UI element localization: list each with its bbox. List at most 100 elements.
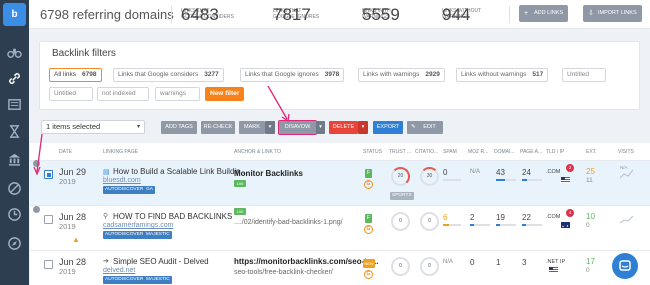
new-filter-button[interactable]: New filter xyxy=(205,87,245,101)
col-page[interactable]: PAGE A... xyxy=(520,149,542,155)
page-authority: 22 xyxy=(522,213,531,222)
topic-badge: SPORTS xyxy=(390,192,414,200)
stat-with-warnings[interactable]: 5559 LINKS WITH WARNINGS xyxy=(362,5,400,24)
col-status[interactable]: STATUS xyxy=(363,149,382,155)
anchor-text[interactable]: Monitor Backlinks xyxy=(234,169,303,178)
moz-rank-bar xyxy=(470,224,490,226)
mark-button[interactable]: MARK xyxy=(239,121,265,134)
chevron-down-icon: ▾ xyxy=(136,124,140,130)
linking-page-url[interactable]: bluesdt.com xyxy=(103,177,141,184)
disavow-dropdown-button[interactable]: ▾ xyxy=(316,121,325,134)
binoculars-icon[interactable] xyxy=(7,45,22,60)
filter-google-considers[interactable]: Links that Google considers 3277 xyxy=(113,68,224,82)
external-links-count: 10 xyxy=(586,212,595,221)
tag-majestic[interactable]: MAJESTIC xyxy=(144,231,172,239)
stat-google-considers[interactable]: 6483 LINKS THAT GOOGLE CONSIDERS xyxy=(181,5,234,24)
row-checkbox[interactable] xyxy=(44,170,53,179)
row-checkbox[interactable] xyxy=(44,215,53,224)
newspaper-icon[interactable] xyxy=(7,97,22,112)
tag-majestic[interactable]: MAJESTIC xyxy=(144,276,172,284)
col-date[interactable]: DATE xyxy=(59,149,72,155)
mark-dropdown-button[interactable]: ▾ xyxy=(265,121,275,134)
col-anchor[interactable]: ANCHOR & LINK TO xyxy=(234,149,281,155)
clock-icon[interactable] xyxy=(7,207,22,222)
filter-untitled-2[interactable]: Untitled xyxy=(49,87,93,101)
table-row[interactable]: Jun 28 2019 ➔ Simple SEO Audit - Delved … xyxy=(30,251,650,285)
bank-icon[interactable] xyxy=(7,152,22,167)
spam-bar xyxy=(443,179,461,181)
visits-value: N/A xyxy=(620,165,628,170)
compass-icon[interactable] xyxy=(7,236,22,251)
add-links-button[interactable]: + ADD LINKS xyxy=(519,5,569,22)
chat-icon xyxy=(619,260,631,271)
stat-google-ignores[interactable]: 7817 LINKS THAT GOOGLE IGNORES xyxy=(273,5,319,24)
linking-page-title[interactable]: HOW TO FIND BAD BACKLINKS xyxy=(113,212,232,221)
col-moz[interactable]: MOZ R... xyxy=(468,149,488,155)
tag-autodiscover[interactable]: AUTODISCOVER xyxy=(103,276,146,284)
col-citation[interactable]: CITATIO... xyxy=(415,149,438,155)
divider xyxy=(509,6,510,23)
au-flag-icon xyxy=(561,222,570,228)
page-authority-bar xyxy=(522,179,542,181)
tag-ga[interactable]: GA xyxy=(144,186,155,194)
anchor-text[interactable]: https://monitorbacklinks.com/seo-to... xyxy=(234,257,378,266)
edit-button[interactable]: ✎ EDIT xyxy=(407,121,443,134)
col-domain[interactable]: DOMAI... xyxy=(494,149,515,155)
delete-dropdown-button[interactable]: ▾ xyxy=(358,121,368,134)
plus-icon: + xyxy=(524,10,529,17)
selection-dropdown[interactable]: 1 items selected ▾ xyxy=(41,120,145,134)
hourglass-icon[interactable] xyxy=(7,124,22,139)
status-code-badge: 100 xyxy=(234,208,246,215)
side-nav: b xyxy=(0,0,29,285)
filter-without-warnings[interactable]: Links without warnings 517 xyxy=(456,68,549,82)
col-spam[interactable]: SPAM xyxy=(443,149,457,155)
row-expand-toggle[interactable] xyxy=(33,160,40,167)
anchor-link[interactable]: seo-tools/free-backlink-checker/ xyxy=(234,269,333,276)
visits-sparkline xyxy=(620,215,634,224)
col-tld[interactable]: TLD / IP xyxy=(546,149,564,155)
filter-not-indexed[interactable]: not indexed xyxy=(97,87,149,101)
row-date: Jun 28 xyxy=(59,212,87,222)
us-flag-icon xyxy=(561,177,570,183)
export-button[interactable]: EXPORT xyxy=(373,121,403,134)
import-links-button[interactable]: ⇩ IMPORT LINKS xyxy=(583,5,642,22)
filter-with-warnings[interactable]: Links with warnings 2929 xyxy=(358,68,445,82)
linking-page-title[interactable]: Simple SEO Audit - Delved xyxy=(113,257,209,266)
document-icon: ▤ xyxy=(103,169,110,176)
linking-page-title[interactable]: How to Build a Scalable Link Buildin... xyxy=(113,167,247,176)
table-row[interactable]: Jun 29 2019 ▤ How to Build a Scalable Li… xyxy=(30,161,650,206)
anchor-link[interactable]: ..../02/identify-bad-backlinks-1.png/ xyxy=(234,219,343,226)
filter-untitled-1[interactable]: Untitled xyxy=(562,68,606,82)
moz-rank: 0 xyxy=(470,258,475,267)
tld-count-badge: 2 xyxy=(566,164,574,172)
top-header: 6798 referring domains 6483 LINKS THAT GO… xyxy=(29,0,650,29)
delete-button[interactable]: DELETE xyxy=(329,121,358,134)
col-trust[interactable]: TRUST ... xyxy=(389,149,411,155)
filter-all-links[interactable]: All links 6798 xyxy=(49,68,102,82)
stat-value: 944 xyxy=(442,5,471,24)
follow-status-badge: F xyxy=(365,169,372,178)
tag-autodiscover[interactable]: AUTODISCOVER xyxy=(103,186,146,194)
table-row[interactable]: Jun 28 2019 ▲ ⚲ HOW TO FIND BAD BACKLINK… xyxy=(30,206,650,251)
domain-authority: 1 xyxy=(496,258,501,267)
col-visits[interactable]: VISITS xyxy=(618,149,634,155)
tag-autodiscover[interactable]: AUTODISCOVER xyxy=(103,231,146,239)
filter-warnings[interactable]: warnings xyxy=(155,87,200,101)
domain-authority: 43 xyxy=(496,168,505,177)
col-linking-page[interactable]: LINKING PAGE xyxy=(103,149,138,155)
row-expand-toggle[interactable] xyxy=(33,206,40,213)
stat-without-warnings[interactable]: 944 LINKS WITHOUT WARNINGS xyxy=(442,5,481,24)
linking-page-url[interactable]: cadsamerfamings.com xyxy=(103,222,173,229)
link-icon[interactable] xyxy=(7,71,22,86)
filter-google-ignores[interactable]: Links that Google ignores 3978 xyxy=(240,68,345,82)
linking-page-url[interactable]: delved.net xyxy=(103,267,135,274)
app-logo[interactable]: b xyxy=(3,3,26,26)
col-ext[interactable]: EXT. xyxy=(586,149,597,155)
disavow-button[interactable]: DISAVOW xyxy=(278,120,317,135)
recheck-button[interactable]: RE-CHECK xyxy=(201,121,235,134)
row-checkbox[interactable] xyxy=(44,260,53,269)
chat-launcher-button[interactable] xyxy=(612,253,638,279)
compass-slash-icon[interactable] xyxy=(7,181,22,196)
warning-icon[interactable]: ▲ xyxy=(72,235,80,244)
add-tags-button[interactable]: ADD TAGS xyxy=(161,121,197,134)
